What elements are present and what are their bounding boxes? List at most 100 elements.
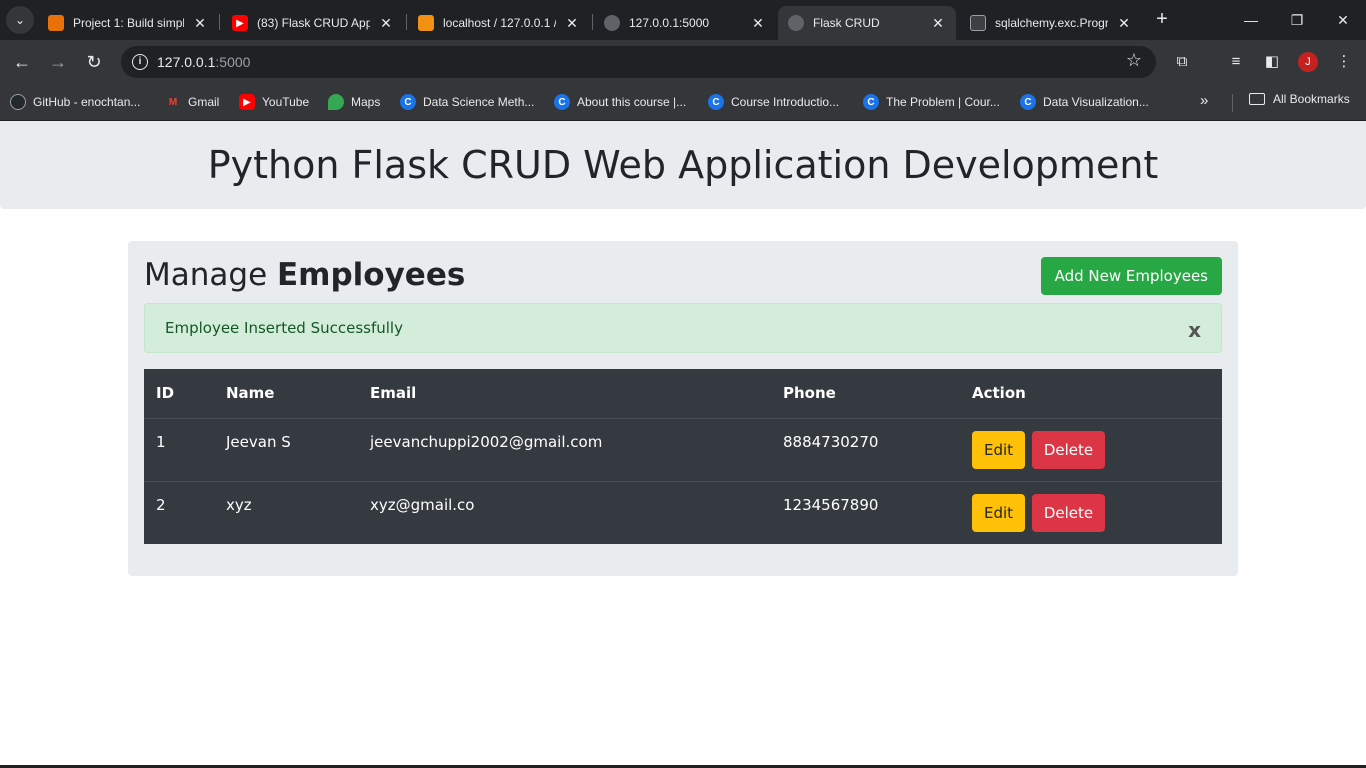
tab-localhost[interactable]: 127.0.0.1:5000 ✕ bbox=[594, 6, 776, 40]
plus-icon: + bbox=[1156, 8, 1168, 30]
bookmark-label: Maps bbox=[351, 95, 381, 109]
address-bar[interactable]: i 127.0.0.1:5000 ☆ bbox=[121, 46, 1156, 78]
bookmark-github[interactable]: GitHub - enochtan... bbox=[10, 92, 140, 112]
close-icon: ✕ bbox=[1337, 12, 1349, 28]
all-bookmarks-label: All Bookmarks bbox=[1273, 92, 1350, 106]
tab-title: localhost / 127.0.0.1 / bbox=[443, 16, 556, 30]
tab-title: Project 1: Build simpl bbox=[73, 16, 184, 30]
bookmarks-bar: GitHub - enochtan... M Gmail ▶ YouTube M… bbox=[0, 84, 1366, 121]
cell-id: 1 bbox=[144, 417, 214, 481]
success-alert: Employee Inserted Successfully x bbox=[144, 303, 1222, 353]
tab-flask-crud[interactable]: Flask CRUD ✕ bbox=[778, 6, 956, 40]
bookmark-label: YouTube bbox=[262, 95, 310, 109]
cell-email: xyz@gmail.co bbox=[358, 480, 771, 544]
forward-button[interactable]: → bbox=[44, 48, 72, 76]
tab-strip: ⌄ Project 1: Build simpl ✕ ▶ (83) Flask … bbox=[0, 0, 1366, 40]
minimize-button[interactable]: — bbox=[1239, 8, 1263, 32]
media-control-icon[interactable]: ≡ bbox=[1225, 51, 1247, 73]
close-icon[interactable]: ✕ bbox=[1116, 15, 1132, 32]
arrow-right-icon: → bbox=[49, 52, 67, 72]
gmail-icon: M bbox=[168, 96, 178, 108]
restore-button[interactable]: ❐ bbox=[1285, 8, 1309, 32]
cell-name: xyz bbox=[214, 480, 358, 544]
delete-button[interactable]: Delete bbox=[1031, 430, 1106, 469]
url-port: :5000 bbox=[215, 54, 251, 70]
page-title: Python Flask CRUD Web Application Develo… bbox=[207, 143, 1159, 187]
column-header-action: Action bbox=[972, 384, 1026, 403]
bookmark-label: Data Science Meth... bbox=[423, 95, 535, 109]
close-icon[interactable]: ✕ bbox=[192, 15, 208, 32]
coursera-icon: C bbox=[863, 94, 879, 110]
bookmark-coursera-5[interactable]: C Data Visualization... bbox=[1020, 92, 1149, 112]
tab-youtube[interactable]: ▶ (83) Flask CRUD Appl ✕ bbox=[222, 6, 404, 40]
new-tab-button[interactable]: + bbox=[1150, 8, 1174, 32]
minimize-icon: — bbox=[1244, 12, 1258, 28]
phpmyadmin-icon bbox=[418, 15, 434, 31]
bookmarks-divider bbox=[1232, 94, 1233, 112]
cell-id: 2 bbox=[144, 480, 214, 544]
profile-avatar[interactable]: J bbox=[1298, 52, 1318, 72]
alert-message: Employee Inserted Successfully bbox=[165, 319, 403, 337]
tab-phpmyadmin[interactable]: localhost / 127.0.0.1 / ✕ bbox=[408, 6, 590, 40]
bookmark-label: Gmail bbox=[188, 95, 220, 109]
bookmark-gmail[interactable]: M Gmail bbox=[165, 92, 220, 112]
tab-separator bbox=[219, 14, 220, 30]
close-icon[interactable]: ✕ bbox=[564, 15, 580, 32]
column-header-email: Email bbox=[370, 384, 417, 403]
cell-email: jeevanchuppi2002@gmail.com bbox=[358, 417, 771, 481]
tab-search-button[interactable]: ⌄ bbox=[6, 6, 34, 34]
extensions-icon[interactable]: ⧉ bbox=[1171, 51, 1193, 73]
bookmark-label: About this course |... bbox=[577, 95, 687, 109]
back-button[interactable]: ← bbox=[8, 48, 36, 76]
folder-icon bbox=[1249, 93, 1265, 105]
bookmark-label: Course Introductio... bbox=[731, 95, 840, 109]
globe-icon bbox=[788, 15, 804, 31]
cell-phone: 1234567890 bbox=[771, 480, 960, 544]
restore-icon: ❐ bbox=[1290, 12, 1304, 28]
add-employee-button[interactable]: Add New Employees bbox=[1040, 257, 1222, 295]
bookmark-coursera-3[interactable]: C Course Introductio... bbox=[708, 92, 839, 112]
bookmark-label: Data Visualization... bbox=[1043, 95, 1149, 109]
table-row: 1 Jeevan S jeevanchuppi2002@gmail.com 88… bbox=[144, 417, 1222, 481]
tab-title: Flask CRUD bbox=[813, 16, 880, 30]
bookmark-star-icon[interactable]: ☆ bbox=[1126, 50, 1142, 71]
page-header: Python Flask CRUD Web Application Develo… bbox=[0, 121, 1366, 209]
delete-button[interactable]: Delete bbox=[1031, 493, 1106, 532]
tab-project[interactable]: Project 1: Build simpl ✕ bbox=[38, 6, 218, 40]
tab-separator bbox=[592, 14, 593, 30]
bookmark-coursera-4[interactable]: C The Problem | Cour... bbox=[863, 92, 1000, 112]
alert-close-button[interactable]: x bbox=[1188, 318, 1201, 342]
menu-icon[interactable]: ⋮ bbox=[1333, 51, 1355, 73]
bookmark-youtube[interactable]: ▶ YouTube bbox=[239, 92, 309, 112]
coursera-icon: C bbox=[400, 94, 416, 110]
column-header-id: ID bbox=[156, 384, 175, 403]
section-title-prefix: Manage bbox=[144, 257, 277, 293]
arrow-left-icon: ← bbox=[13, 52, 31, 72]
bookmark-coursera-2[interactable]: C About this course |... bbox=[554, 92, 686, 112]
cell-phone: 8884730270 bbox=[771, 417, 960, 481]
bookmark-maps[interactable]: Maps bbox=[328, 92, 380, 112]
bookmark-coursera-1[interactable]: C Data Science Meth... bbox=[400, 92, 534, 112]
info-icon[interactable]: i bbox=[132, 54, 148, 70]
edit-button[interactable]: Edit bbox=[972, 430, 1026, 469]
browser-toolbar: ← → ↻ i 127.0.0.1:5000 ☆ ⧉ ≡ ◧ J ⋮ bbox=[0, 40, 1366, 84]
cell-name: Jeevan S bbox=[214, 417, 358, 481]
close-window-button[interactable]: ✕ bbox=[1331, 8, 1355, 32]
close-icon[interactable]: ✕ bbox=[750, 15, 766, 32]
tab-title: sqlalchemy.exc.Progr bbox=[995, 16, 1108, 30]
tab-separator bbox=[406, 14, 407, 30]
github-icon bbox=[10, 94, 26, 110]
youtube-icon: ▶ bbox=[239, 94, 255, 110]
all-bookmarks-button[interactable]: All Bookmarks bbox=[1249, 92, 1350, 106]
address-url[interactable]: 127.0.0.1:5000 bbox=[157, 54, 250, 70]
coursera-icon: C bbox=[1020, 94, 1036, 110]
chevron-double-right-icon[interactable]: » bbox=[1200, 92, 1208, 109]
edit-button[interactable]: Edit bbox=[972, 493, 1026, 532]
close-icon[interactable]: ✕ bbox=[378, 15, 394, 32]
tab-sqlalchemy[interactable]: sqlalchemy.exc.Progr ✕ bbox=[960, 6, 1142, 40]
bookmark-label: The Problem | Cour... bbox=[886, 95, 1000, 109]
side-panel-icon[interactable]: ◧ bbox=[1261, 51, 1283, 73]
cell-action: Edit Delete bbox=[960, 417, 1222, 481]
reload-button[interactable]: ↻ bbox=[80, 48, 108, 76]
close-icon[interactable]: ✕ bbox=[930, 15, 946, 32]
